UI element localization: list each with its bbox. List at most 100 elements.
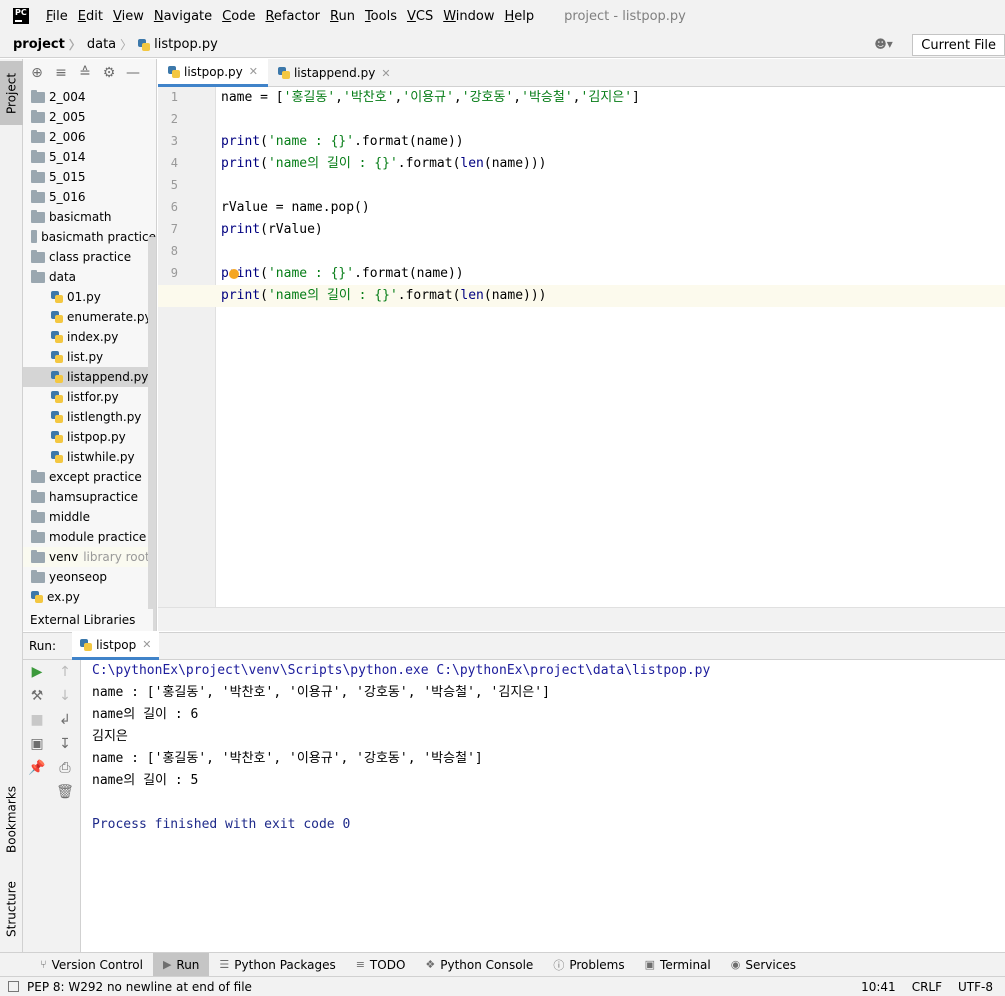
print-icon[interactable]: ⎙ — [51, 756, 79, 780]
user-dropdown-icon[interactable]: ☻▾ — [874, 37, 896, 53]
tree-file[interactable]: list.py — [23, 347, 156, 367]
tree-file[interactable]: listfor.py — [23, 387, 156, 407]
breadcrumb-label: data — [86, 37, 117, 52]
rerun-icon[interactable]: ▶ — [23, 660, 51, 684]
tree-folder[interactable]: basicmath — [23, 207, 156, 227]
tree-folder[interactable]: hamsupractice — [23, 487, 156, 507]
menu-item[interactable]: Refactor — [265, 9, 320, 24]
run-console-output[interactable]: C:\pythonEx\project\venv\Scripts\python.… — [82, 660, 1005, 952]
expand-all-icon[interactable]: ≡ — [49, 61, 73, 85]
locate-icon[interactable]: ⊕ — [25, 61, 49, 85]
tree-file[interactable]: listlength.py — [23, 407, 156, 427]
menu-item[interactable]: File — [46, 9, 68, 24]
menu-mnemonic: R — [265, 8, 274, 24]
tree-file[interactable]: ex.py — [23, 587, 156, 607]
up-arrow-icon[interactable]: ↑ — [51, 660, 79, 684]
console-line: name : ['홍길동', '박찬호', '이용규', '강호동', '박승철… — [92, 751, 483, 766]
down-arrow-icon[interactable]: ↓ — [51, 684, 79, 708]
tree-folder[interactable]: 2_006 — [23, 127, 156, 147]
caret-position[interactable]: 10:41 — [861, 980, 896, 994]
tool-windows-toggle-icon[interactable] — [8, 981, 19, 992]
tool-window-button[interactable]: ≡ TODO — [346, 953, 416, 977]
project-tool-tab[interactable]: Project — [0, 61, 23, 125]
editor-tab[interactable]: listappend.py ✕ — [268, 59, 401, 87]
project-tree-scrollbar[interactable] — [148, 237, 156, 631]
tree-folder[interactable]: 5_016 — [23, 187, 156, 207]
structure-tool-tab[interactable]: Structure — [0, 874, 23, 944]
tree-folder[interactable]: basicmath practice — [23, 227, 156, 247]
minimize-icon[interactable]: — — [121, 61, 145, 85]
menu-item[interactable]: View — [113, 9, 144, 24]
tree-item-label: except practice — [49, 470, 142, 484]
breadcrumb-project[interactable]: project 〉 — [0, 36, 87, 53]
folder-icon — [31, 549, 45, 563]
menu-item[interactable]: VCS — [407, 9, 433, 24]
file-encoding[interactable]: UTF-8 — [958, 980, 993, 994]
tree-folder[interactable]: data — [23, 267, 156, 287]
close-icon[interactable]: ✕ — [249, 65, 258, 78]
tool-window-button[interactable]: ◉ Services — [721, 953, 806, 977]
tree-file[interactable]: listpop.py — [23, 427, 156, 447]
tree-file[interactable]: index.py — [23, 327, 156, 347]
external-libraries-item[interactable]: External Libraries — [23, 609, 153, 631]
intention-bulb-icon[interactable] — [229, 269, 239, 279]
tree-file[interactable]: enumerate.py — [23, 307, 156, 327]
tool-window-button[interactable]: ⓘ Problems — [543, 953, 634, 977]
tree-file[interactable]: 01.py — [23, 287, 156, 307]
trash-icon[interactable]: 🗑 — [51, 780, 79, 804]
tree-folder[interactable]: class practice — [23, 247, 156, 267]
menu-item[interactable]: Navigate — [154, 9, 212, 24]
folder-icon — [31, 89, 45, 103]
editor-horizontal-scrollbar[interactable] — [158, 607, 1005, 631]
navbar-right: ☻▾ Current File — [874, 33, 1005, 57]
menu-item[interactable]: Tools — [365, 9, 397, 24]
run-configuration-select[interactable]: Current File — [912, 34, 1005, 56]
code-token: print — [221, 156, 261, 171]
stop-icon[interactable]: ■ — [23, 708, 51, 732]
tool-window-button[interactable]: ☰ Python Packages — [209, 953, 345, 977]
tree-item-label: listwhile.py — [67, 450, 135, 464]
tree-folder[interactable]: 2_004 — [23, 87, 156, 107]
line-separator[interactable]: CRLF — [912, 980, 942, 994]
structure-tab-label: Structure — [4, 881, 19, 937]
code-line: print('name : {}'.format(name)) — [221, 263, 464, 285]
tree-file[interactable]: listwhile.py — [23, 447, 156, 467]
code-token: '박승철' — [521, 90, 573, 105]
tree-folder[interactable]: yeonseop — [23, 567, 156, 587]
tool-window-button[interactable]: ❖ Python Console — [415, 953, 543, 977]
menu-item[interactable]: Run — [330, 9, 355, 24]
tree-folder[interactable]: venv library root — [23, 547, 156, 567]
close-icon[interactable]: ✕ — [142, 638, 151, 651]
layers-icon: ☰ — [219, 958, 230, 971]
tool-window-button[interactable]: ▶ Run — [152, 952, 210, 977]
tree-folder[interactable]: 5_015 — [23, 167, 156, 187]
run-tab-listpop[interactable]: listpop ✕ — [72, 632, 160, 660]
wrench-icon[interactable]: ⚒ — [23, 684, 51, 708]
editor-tab[interactable]: listpop.py ✕ — [158, 59, 268, 87]
code-token: len — [460, 156, 484, 171]
tree-folder[interactable]: module practice — [23, 527, 156, 547]
menu-item[interactable]: Edit — [78, 9, 103, 24]
scroll-to-end-icon[interactable]: ↧ — [51, 732, 79, 756]
tree-folder[interactable]: 5_014 — [23, 147, 156, 167]
soft-wrap-icon[interactable]: ↲ — [51, 708, 79, 732]
tree-folder[interactable]: middle — [23, 507, 156, 527]
bookmarks-tool-tab[interactable]: Bookmarks — [0, 779, 23, 859]
tree-file[interactable]: listappend.py — [23, 367, 156, 387]
breadcrumb-file[interactable]: listpop.py — [138, 37, 218, 52]
layout-icon[interactable]: ▣ — [23, 732, 51, 756]
tool-window-button[interactable]: ⑂ Version Control — [30, 953, 153, 977]
gear-icon[interactable]: ⚙ — [97, 61, 121, 85]
breadcrumb-data[interactable]: data 〉 — [87, 36, 138, 53]
run-tab-label: listpop — [96, 637, 137, 652]
tree-folder[interactable]: except practice — [23, 467, 156, 487]
pin-icon[interactable]: 📌 — [23, 756, 51, 780]
menu-item[interactable]: Window — [443, 9, 494, 24]
menu-item[interactable]: Help — [505, 9, 535, 24]
tool-window-button[interactable]: ▣ Terminal — [635, 953, 721, 977]
code-editor[interactable]: 12345678910 name = ['홍길동','박찬호','이용규','강… — [158, 87, 1005, 607]
collapse-all-icon[interactable]: ≙ — [73, 61, 97, 85]
close-icon[interactable]: ✕ — [381, 67, 390, 80]
tree-folder[interactable]: 2_005 — [23, 107, 156, 127]
menu-item[interactable]: Code — [222, 9, 255, 24]
